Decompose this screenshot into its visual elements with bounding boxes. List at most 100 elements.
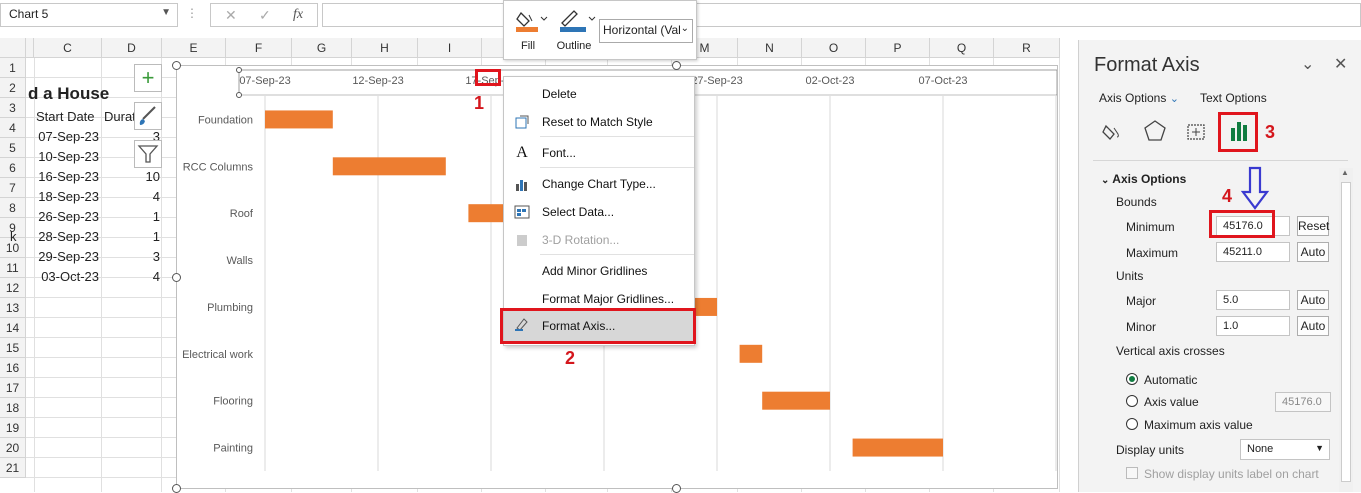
row-header-6[interactable]: 6 bbox=[0, 158, 26, 178]
chart-elements-plus-icon[interactable]: + bbox=[134, 64, 162, 92]
axis-handle[interactable] bbox=[236, 67, 242, 73]
start-date-cell[interactable]: 10-Sep-23 bbox=[34, 147, 99, 167]
drag-handle-icon[interactable]: ⋮ bbox=[186, 6, 198, 20]
row-header-11[interactable]: 11 bbox=[0, 258, 26, 278]
column-header-i[interactable]: I bbox=[418, 38, 482, 58]
row-header-19[interactable]: 19 bbox=[0, 418, 26, 438]
start-date-cell[interactable]: 07-Sep-23 bbox=[34, 127, 99, 147]
axis-options-section[interactable]: ⌄ Axis Options bbox=[1101, 172, 1186, 186]
minimum-reset-button[interactable]: Reset bbox=[1297, 216, 1329, 236]
scroll-up-icon[interactable]: ▲ bbox=[1341, 168, 1349, 177]
close-icon[interactable]: ✕ bbox=[1334, 54, 1347, 74]
tab-axis-options[interactable]: Axis Options ⌄ bbox=[1099, 91, 1179, 105]
start-date-cell[interactable]: 16-Sep-23 bbox=[34, 167, 99, 187]
menu-item-reset-to-match-style[interactable]: Reset to Match Style bbox=[504, 109, 694, 135]
effects-pentagon-icon[interactable] bbox=[1142, 118, 1168, 144]
chart-filters-funnel-icon[interactable] bbox=[134, 140, 162, 168]
column-header-h[interactable]: H bbox=[352, 38, 418, 58]
duration-cell[interactable]: 4 bbox=[102, 267, 160, 287]
start-date-cell[interactable]: 26-Sep-23 bbox=[34, 207, 99, 227]
header-duration[interactable]: Durat bbox=[104, 107, 136, 127]
tab-text-options[interactable]: Text Options bbox=[1200, 91, 1267, 105]
column-header-c[interactable]: C bbox=[34, 38, 102, 58]
radio-axis-value[interactable] bbox=[1126, 395, 1138, 407]
row-header-1[interactable]: 1 bbox=[0, 58, 26, 78]
column-header-o[interactable]: O bbox=[802, 38, 866, 58]
start-date-cell[interactable]: 28-Sep-23 bbox=[34, 227, 99, 247]
show-units-checkbox[interactable] bbox=[1126, 467, 1138, 479]
pane-options-chevron-icon[interactable]: ⌄ bbox=[1301, 54, 1314, 74]
duration-cell[interactable]: 4 bbox=[102, 187, 160, 207]
fx-icon[interactable]: fx bbox=[293, 7, 303, 23]
menu-item-change-chart-type[interactable]: Change Chart Type... bbox=[504, 171, 694, 197]
row9-prefix[interactable]: k bbox=[10, 227, 17, 247]
cancel-icon[interactable]: ✕ bbox=[225, 7, 237, 24]
row-header-2[interactable]: 2 bbox=[0, 78, 26, 98]
chevron-down-icon[interactable]: ▼ bbox=[161, 7, 171, 18]
row-header-16[interactable]: 16 bbox=[0, 358, 26, 378]
start-date-cell[interactable]: 03-Oct-23 bbox=[34, 267, 99, 287]
minor-input[interactable]: 1.0 bbox=[1216, 316, 1290, 336]
gantt-bar[interactable] bbox=[739, 344, 763, 363]
fill-line-icon[interactable] bbox=[1100, 118, 1126, 144]
gantt-bar[interactable] bbox=[694, 297, 717, 316]
row-header-20[interactable]: 20 bbox=[0, 438, 26, 458]
resize-handle[interactable] bbox=[172, 273, 181, 282]
major-auto-button[interactable]: Auto bbox=[1297, 290, 1329, 310]
duration-cell[interactable]: 3 bbox=[102, 247, 160, 267]
display-units-select[interactable]: None ▼ bbox=[1240, 439, 1330, 460]
column-header-q[interactable]: Q bbox=[930, 38, 994, 58]
row-header-3[interactable]: 3 bbox=[0, 98, 26, 118]
duration-cell[interactable]: 1 bbox=[102, 227, 160, 247]
start-date-cell[interactable]: 29-Sep-23 bbox=[34, 247, 99, 267]
row-header-12[interactable]: 12 bbox=[0, 278, 26, 298]
maximum-input[interactable]: 45211.0 bbox=[1216, 242, 1290, 262]
radio-maximum-axis-value[interactable] bbox=[1126, 418, 1138, 430]
column-header-partial[interactable] bbox=[26, 38, 34, 58]
chart-element-dropdown[interactable]: Horizontal (Val ⌄ bbox=[599, 19, 693, 43]
row-header-14[interactable]: 14 bbox=[0, 318, 26, 338]
menu-item-font[interactable]: A Font... bbox=[504, 140, 694, 166]
row-header-13[interactable]: 13 bbox=[0, 298, 26, 318]
chart-styles-brush-icon[interactable] bbox=[134, 102, 162, 130]
resize-handle[interactable] bbox=[672, 61, 681, 70]
row-header-21[interactable]: 21 bbox=[0, 458, 26, 478]
fill-button[interactable]: Fill bbox=[514, 7, 548, 55]
scroll-thumb[interactable] bbox=[1341, 182, 1351, 482]
column-header-g[interactable]: G bbox=[292, 38, 352, 58]
resize-handle[interactable] bbox=[172, 61, 181, 70]
column-header-f[interactable]: F bbox=[226, 38, 292, 58]
column-header-r[interactable]: R bbox=[994, 38, 1060, 58]
row-header-17[interactable]: 17 bbox=[0, 378, 26, 398]
name-box[interactable]: Chart 5 ▼ bbox=[0, 3, 178, 27]
pane-scrollbar[interactable]: ▲ bbox=[1339, 168, 1353, 492]
column-header-d[interactable]: D bbox=[102, 38, 162, 58]
column-header-n[interactable]: N bbox=[738, 38, 802, 58]
gantt-bar[interactable] bbox=[762, 391, 830, 410]
column-header-p[interactable]: P bbox=[866, 38, 930, 58]
select-all-corner[interactable] bbox=[0, 38, 26, 58]
row-header-15[interactable]: 15 bbox=[0, 338, 26, 358]
minor-auto-button[interactable]: Auto bbox=[1297, 316, 1329, 336]
size-properties-icon[interactable] bbox=[1183, 118, 1209, 144]
menu-item-add-minor-gridlines[interactable]: Add Minor Gridlines bbox=[504, 258, 694, 284]
column-header-e[interactable]: E bbox=[162, 38, 226, 58]
menu-item-delete[interactable]: Delete bbox=[504, 81, 694, 107]
axis-handle[interactable] bbox=[236, 92, 242, 98]
enter-icon[interactable]: ✓ bbox=[259, 7, 271, 24]
gantt-bar[interactable] bbox=[265, 110, 333, 129]
radio-automatic[interactable] bbox=[1126, 373, 1138, 385]
duration-cell[interactable]: 1 bbox=[102, 207, 160, 227]
gantt-bar[interactable] bbox=[332, 157, 446, 176]
gantt-bar[interactable] bbox=[852, 438, 943, 457]
row-header-5[interactable]: 5 bbox=[0, 138, 26, 158]
row-header-7[interactable]: 7 bbox=[0, 178, 26, 198]
duration-cell[interactable]: 10 bbox=[102, 167, 160, 187]
row-header-8[interactable]: 8 bbox=[0, 198, 26, 218]
major-input[interactable]: 5.0 bbox=[1216, 290, 1290, 310]
formula-input[interactable] bbox=[322, 3, 1361, 27]
menu-item-select-data[interactable]: Select Data... bbox=[504, 199, 694, 225]
sheet-title[interactable]: d a House bbox=[28, 83, 109, 105]
maximum-auto-button[interactable]: Auto bbox=[1297, 242, 1329, 262]
outline-button[interactable]: Outline bbox=[554, 7, 598, 55]
